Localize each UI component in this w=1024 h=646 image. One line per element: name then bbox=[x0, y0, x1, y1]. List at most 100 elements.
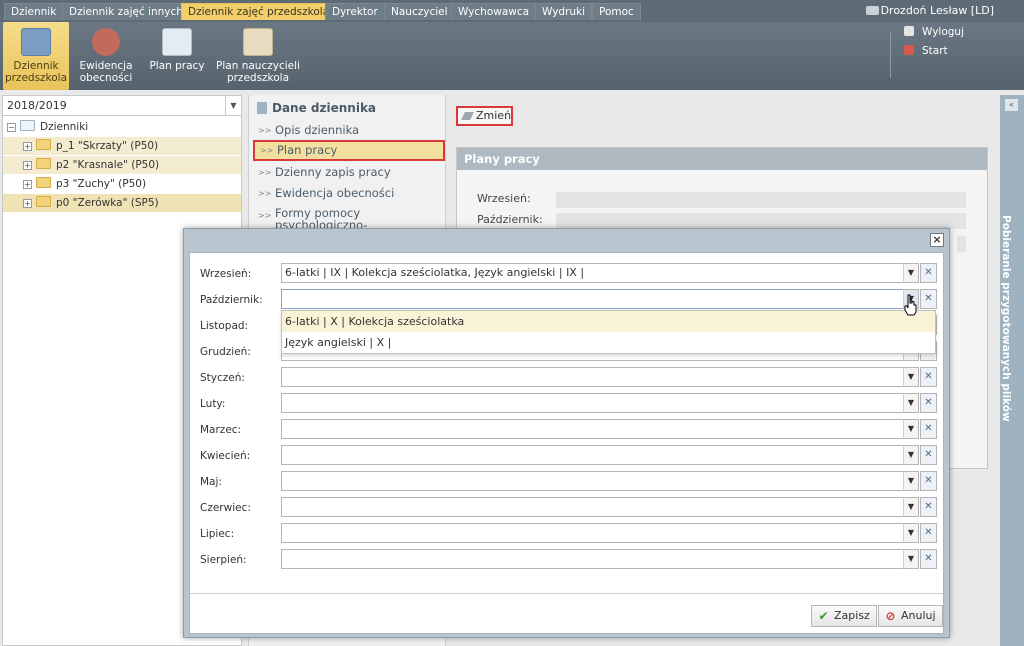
save-button[interactable]: ✔ Zapisz bbox=[811, 605, 877, 627]
chevron-down-icon[interactable]: ▼ bbox=[903, 471, 919, 491]
work-plan-icon bbox=[162, 28, 192, 56]
dropdown-option[interactable]: 6-latki | X | Kolekcja sześciolatka bbox=[282, 311, 935, 332]
month-label: Wrzesień: bbox=[200, 268, 252, 280]
ribbon-work-plan-button[interactable]: Plan pracy bbox=[146, 22, 208, 90]
double-chevron-icon: >> bbox=[258, 126, 272, 135]
nav-item-ewidencja[interactable]: >> Ewidencja obecności bbox=[253, 183, 445, 204]
clear-icon[interactable]: ✕ bbox=[920, 393, 937, 413]
nav-item-opis[interactable]: >> Opis dziennika bbox=[253, 120, 445, 141]
nav-item-formy-pomocy[interactable]: >>Formy pomocy psychologiczno-pedagogicz… bbox=[253, 205, 445, 229]
top-menu-bar: Dziennik Dziennik zajęć innych Dziennik … bbox=[0, 0, 1024, 22]
folder-icon bbox=[36, 139, 51, 150]
teachers-plan-icon bbox=[243, 28, 273, 56]
hand-cursor-icon bbox=[904, 294, 917, 316]
chevron-down-icon[interactable]: ▼ bbox=[225, 96, 241, 115]
ribbon-attendance-button[interactable]: Ewidencja obecności bbox=[74, 22, 138, 90]
double-chevron-icon: >> bbox=[258, 211, 272, 220]
clear-icon[interactable]: ✕ bbox=[920, 263, 937, 283]
nav-item-plan-pracy[interactable]: >> Plan pracy bbox=[253, 140, 445, 161]
chevron-down-icon[interactable]: ▼ bbox=[903, 523, 919, 543]
attendance-icon bbox=[92, 28, 120, 56]
chevron-down-icon[interactable]: ▼ bbox=[903, 393, 919, 413]
expand-icon[interactable]: + bbox=[23, 142, 32, 151]
month-label: Sierpień: bbox=[200, 554, 247, 566]
ribbon-teachers-plan-button[interactable]: Plan nauczycieli przedszkola bbox=[216, 22, 300, 90]
month-select-luty[interactable] bbox=[281, 393, 919, 413]
chevron-down-icon[interactable]: ▼ bbox=[903, 263, 919, 283]
expand-icon[interactable]: + bbox=[23, 180, 32, 189]
clear-icon[interactable]: ✕ bbox=[920, 471, 937, 491]
home-icon bbox=[904, 45, 914, 55]
tree-item[interactable]: + p2 "Krasnale" (P50) bbox=[3, 156, 241, 174]
expand-icon[interactable]: + bbox=[23, 161, 32, 170]
dropdown-option[interactable]: Język angielski | X | bbox=[282, 332, 935, 353]
cancel-icon: ⊘ bbox=[885, 609, 896, 623]
logout-link[interactable]: Wyloguj bbox=[904, 26, 964, 38]
month-select-sierpien[interactable] bbox=[281, 549, 919, 569]
tree-item[interactable]: + p_1 "Skrzaty" (P50) bbox=[3, 137, 241, 155]
chevron-down-icon[interactable]: ▼ bbox=[903, 445, 919, 465]
month-select-lipiec[interactable] bbox=[281, 523, 919, 543]
month-select-wrzesien[interactable]: 6-latki | IX | Kolekcja sześciolatka, Ję… bbox=[281, 263, 919, 283]
clear-icon[interactable]: ✕ bbox=[920, 549, 937, 569]
change-button[interactable]: Zmień bbox=[456, 106, 513, 126]
tree-root[interactable]: − Dzienniki bbox=[7, 118, 241, 136]
document-icon bbox=[257, 102, 267, 114]
folder-icon bbox=[36, 177, 51, 188]
tab-dziennik[interactable]: Dziennik bbox=[4, 3, 64, 20]
clear-icon[interactable]: ✕ bbox=[920, 289, 937, 309]
nav-item-dzienny-zapis[interactable]: >> Dzienny zapis pracy bbox=[253, 162, 445, 183]
user-name[interactable]: Drozdoń Lesław [LD] bbox=[881, 4, 994, 17]
panel-title: Plany pracy bbox=[457, 148, 987, 170]
collapse-left-icon[interactable]: « bbox=[1005, 99, 1018, 111]
tab-wydruki[interactable]: Wydruki bbox=[535, 3, 593, 20]
tab-dyrektor[interactable]: Dyrektor bbox=[325, 3, 385, 20]
month-select-styczen[interactable] bbox=[281, 367, 919, 387]
messages-icon[interactable] bbox=[866, 6, 879, 15]
month-select-pazdziernik[interactable] bbox=[281, 289, 919, 309]
folder-icon bbox=[36, 158, 51, 169]
dialog-body: Wrzesień: 6-latki | IX | Kolekcja sześci… bbox=[189, 252, 944, 634]
clear-icon[interactable]: ✕ bbox=[920, 445, 937, 465]
tree-item[interactable]: + p3 "Zuchy" (P50) bbox=[3, 175, 241, 193]
pencil-icon bbox=[461, 112, 474, 120]
nav-title: Dane dziennika bbox=[257, 101, 376, 115]
month-select-maj[interactable] bbox=[281, 471, 919, 491]
tree-item-selected[interactable]: + p0 "Zerówka" (SP5) bbox=[3, 194, 241, 212]
preschool-journal-icon bbox=[21, 28, 51, 56]
month-select-czerwiec[interactable] bbox=[281, 497, 919, 517]
plan-row-value bbox=[556, 213, 966, 229]
files-sidebar[interactable]: « Pobieranie przygotowanych plików bbox=[1000, 95, 1024, 646]
tab-wychowawca[interactable]: Wychowawca bbox=[451, 3, 537, 20]
tab-dziennik-zajec-przedszkola[interactable]: Dziennik zajęć przedszkola bbox=[181, 3, 337, 20]
tab-pomoc[interactable]: Pomoc bbox=[592, 3, 641, 20]
close-icon[interactable]: × bbox=[930, 233, 944, 247]
school-year-select[interactable]: 2018/2019 ▼ bbox=[3, 96, 241, 116]
tab-nauczyciel[interactable]: Nauczyciel bbox=[384, 3, 455, 20]
work-plan-dialog: × Wrzesień: 6-latki | IX | Kolekcja sześ… bbox=[183, 228, 950, 638]
tab-dziennik-zajec-innych[interactable]: Dziennik zajęć innych bbox=[62, 3, 190, 20]
month-label: Listopad: bbox=[200, 320, 249, 332]
clear-icon[interactable]: ✕ bbox=[920, 497, 937, 517]
clear-icon[interactable]: ✕ bbox=[920, 523, 937, 543]
chevron-down-icon[interactable]: ▼ bbox=[903, 367, 919, 387]
start-link[interactable]: Start bbox=[904, 45, 948, 57]
ribbon-preschool-journal-button[interactable]: Dziennik przedszkola bbox=[3, 22, 69, 90]
double-chevron-icon: >> bbox=[260, 146, 274, 155]
double-chevron-icon: >> bbox=[258, 189, 272, 198]
month-select-kwiecien[interactable] bbox=[281, 445, 919, 465]
chevron-down-icon[interactable]: ▼ bbox=[903, 419, 919, 439]
checkmark-icon: ✔ bbox=[818, 609, 829, 623]
plan-row-value bbox=[556, 192, 966, 208]
expand-icon[interactable]: + bbox=[23, 199, 32, 208]
clear-icon[interactable]: ✕ bbox=[920, 367, 937, 387]
month-label: Styczeń: bbox=[200, 372, 245, 384]
chevron-down-icon[interactable]: ▼ bbox=[903, 497, 919, 517]
cancel-button[interactable]: ⊘ Anuluj bbox=[878, 605, 943, 627]
chevron-down-icon[interactable]: ▼ bbox=[903, 549, 919, 569]
lock-icon bbox=[904, 26, 914, 36]
month-select-marzec[interactable] bbox=[281, 419, 919, 439]
clear-icon[interactable]: ✕ bbox=[920, 419, 937, 439]
collapse-icon[interactable]: − bbox=[7, 123, 16, 132]
month-dropdown-list: 6-latki | X | Kolekcja sześciolatka Języ… bbox=[281, 310, 936, 354]
